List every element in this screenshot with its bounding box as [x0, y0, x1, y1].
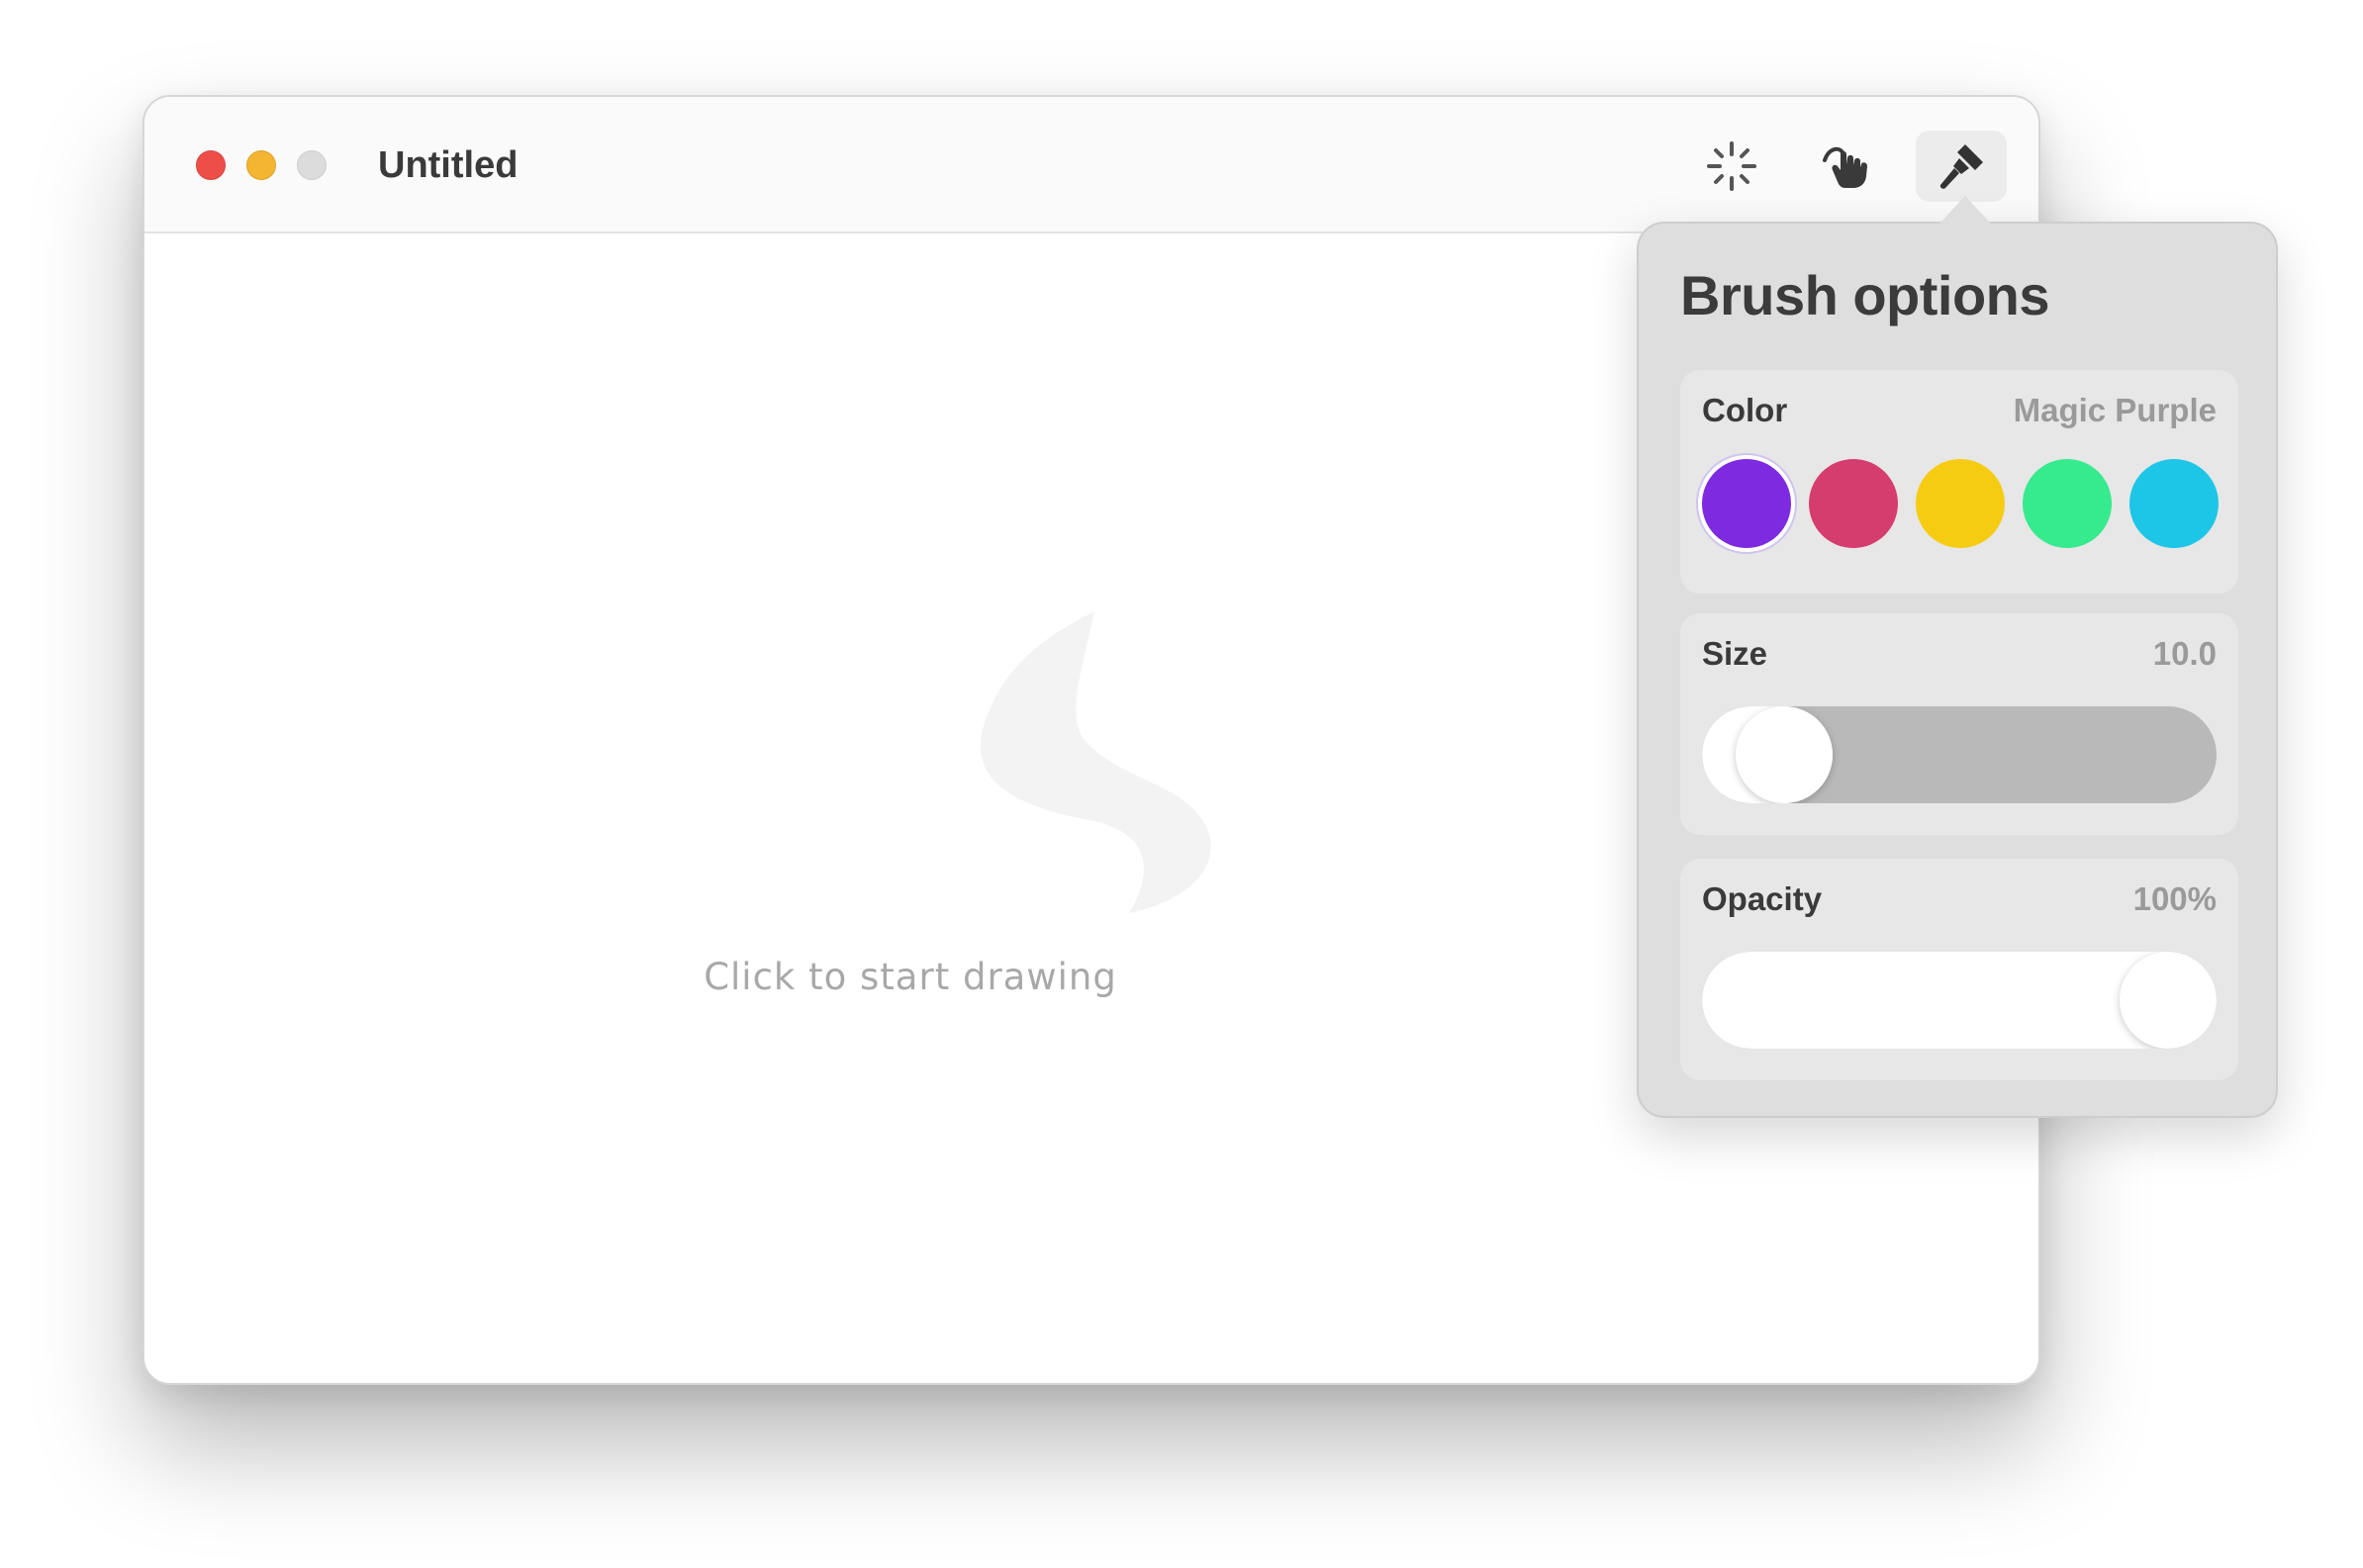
color-swatch-yellow[interactable] — [1916, 459, 2005, 548]
color-value: Magic Purple — [2013, 392, 2217, 428]
color-label: Color — [1702, 392, 1788, 428]
title-bar: Untitled — [144, 97, 2038, 233]
window-title: Untitled — [378, 144, 519, 186]
color-swatch-cyan[interactable] — [2129, 459, 2219, 548]
color-section: Color Magic Purple — [1680, 370, 2238, 594]
close-window-button[interactable] — [196, 150, 226, 180]
color-swatch-green[interactable] — [2023, 459, 2112, 548]
squiggle-icon — [980, 611, 1211, 913]
stage: Untitled Click to start drawing Brush op… — [0, 0, 2363, 1568]
size-section: Size 10.0 — [1680, 613, 2238, 835]
hand-tool-button[interactable] — [1801, 131, 1892, 202]
brush-options-popover: Brush options Color Magic Purple Size 10… — [1637, 222, 2278, 1118]
brush-icon — [1939, 144, 1983, 189]
opacity-label: Opacity — [1702, 880, 1823, 917]
brush-tool-button[interactable] — [1916, 131, 2007, 202]
popover-arrow — [1939, 196, 1991, 224]
popover-title: Brush options — [1680, 264, 2050, 326]
color-swatch-pink[interactable] — [1809, 459, 1898, 548]
size-slider-knob[interactable] — [1735, 706, 1833, 803]
opacity-slider-knob[interactable] — [2120, 952, 2217, 1049]
size-slider[interactable] — [1702, 706, 2217, 803]
size-label: Size — [1702, 635, 1768, 672]
minimize-window-button[interactable] — [246, 150, 276, 180]
sparkle-tool-button[interactable] — [1686, 131, 1777, 202]
canvas-placeholder-text: Click to start drawing — [704, 956, 1117, 998]
opacity-section: Opacity 100% — [1680, 859, 2238, 1080]
zoom-window-button[interactable] — [297, 150, 327, 180]
size-value: 10.0 — [2152, 635, 2217, 672]
sparkle-icon — [1707, 141, 1756, 191]
opacity-value: 100% — [2132, 880, 2217, 917]
opacity-slider[interactable] — [1702, 952, 2217, 1049]
color-swatch-purple[interactable] — [1702, 459, 1791, 548]
hand-pointer-icon — [1823, 146, 1867, 188]
